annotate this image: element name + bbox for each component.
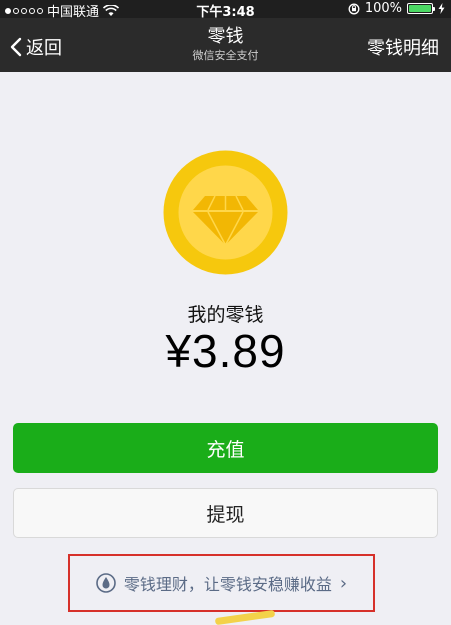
battery-icon xyxy=(407,3,435,14)
annotation-arrow xyxy=(214,609,276,625)
wealth-management-text: 零钱理财，让零钱安稳赚收益 xyxy=(123,575,332,594)
diamond-coin-icon xyxy=(163,150,288,275)
balance-amount: ¥3.89 xyxy=(165,325,286,377)
battery-percent: 100% xyxy=(364,1,402,16)
charging-bolt-icon xyxy=(438,3,445,14)
chevron-right-icon: › xyxy=(339,572,348,594)
finance-drop-icon xyxy=(96,573,116,593)
recharge-button[interactable]: 充值 xyxy=(13,423,438,473)
status-right: 100% xyxy=(348,1,445,16)
wealth-management-link[interactable]: 零钱理财，让零钱安稳赚收益 › xyxy=(68,554,375,612)
rotation-lock-icon xyxy=(348,3,360,14)
withdraw-button[interactable]: 提现 xyxy=(13,488,438,538)
nav-bar: 返回 零钱 微信安全支付 零钱明细 xyxy=(0,18,451,72)
balance-label: 我的零钱 xyxy=(187,304,264,326)
status-bar: 中国联通 下午3:48 100% xyxy=(0,0,451,20)
balance-details-link[interactable]: 零钱明细 xyxy=(367,34,439,60)
